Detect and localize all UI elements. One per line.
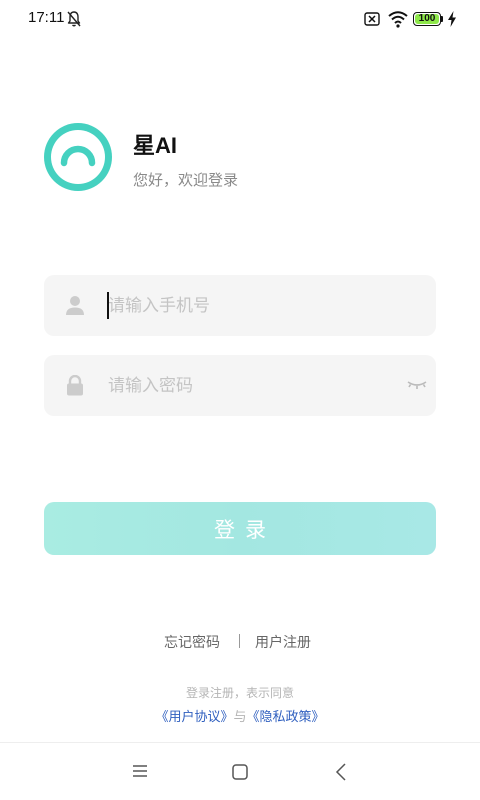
home-icon[interactable] (231, 763, 249, 781)
login-button[interactable]: 登录 (44, 502, 436, 555)
password-field[interactable] (44, 355, 436, 416)
system-nav-bar (0, 742, 480, 800)
arc-logo-icon (44, 123, 112, 191)
app-name: 星AI (133, 133, 178, 158)
battery-level: 100 (418, 13, 436, 24)
mute-bell-icon (67, 11, 81, 27)
menu-icon[interactable] (131, 763, 149, 779)
wifi-icon (388, 11, 408, 28)
login-page: 17:11 100 星AI 您好，欢迎登录 请输入手机号 登录 忘记密码 用户注… (0, 0, 480, 800)
text-cursor (107, 292, 109, 319)
password-input[interactable] (108, 355, 408, 416)
back-icon[interactable] (334, 762, 348, 782)
charging-bolt-icon (448, 11, 456, 27)
policy-connector: 与 (233, 710, 247, 725)
phone-input[interactable] (108, 275, 408, 336)
status-bar: 17:11 100 (0, 0, 480, 40)
welcome-text: 您好，欢迎登录 (133, 171, 239, 189)
forgot-password-link[interactable]: 忘记密码 (164, 632, 220, 652)
policy-line: 《用户协议》与《隐私政策》 (0, 706, 480, 725)
battery-tip (441, 16, 443, 22)
phone-field[interactable] (44, 275, 436, 336)
user-icon (66, 296, 84, 315)
battery-icon: 100 (413, 12, 443, 26)
agreement-text: 登录注册，表示同意 (185, 686, 294, 700)
privacy-policy-link[interactable]: 《隐私政策》 (247, 710, 325, 725)
status-time: 17:11 (28, 9, 65, 26)
no-sim-icon (364, 12, 380, 26)
register-link[interactable]: 用户注册 (255, 632, 311, 652)
link-divider (239, 634, 240, 648)
eye-closed-icon[interactable] (406, 375, 428, 393)
lock-icon (67, 375, 83, 396)
user-agreement-link[interactable]: 《用户协议》 (155, 710, 233, 725)
